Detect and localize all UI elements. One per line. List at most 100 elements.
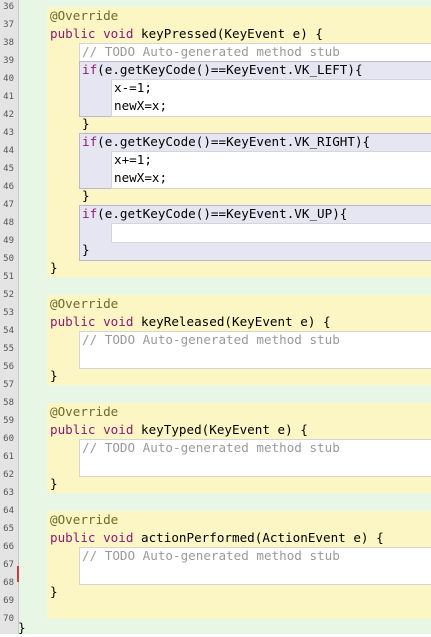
statement-newx: newX=x; [114, 98, 168, 113]
line-number: 67 [3, 560, 14, 570]
closing-brace: } [82, 242, 90, 257]
line-number: 36 [3, 2, 14, 12]
keyword-public: public [50, 530, 96, 545]
code-line-64: @Override [50, 511, 118, 529]
line-number: 63 [3, 488, 14, 498]
code-line-41: newX=x; [114, 97, 167, 115]
closing-brace: } [82, 116, 90, 131]
line-number: 56 [3, 362, 14, 372]
line-number: 52 [3, 290, 14, 300]
statement-x-plus: x+=1; [114, 152, 152, 167]
code-line-54: // TODO Auto-generated method stub [82, 331, 340, 349]
closing-brace: } [50, 368, 58, 383]
code-line-45: newX=x; [114, 169, 167, 187]
line-number: 55 [3, 344, 14, 354]
line-number: 66 [3, 542, 14, 552]
code-line-50: } [50, 259, 58, 277]
line-number: 64 [3, 506, 14, 516]
line-number: 42 [3, 110, 14, 120]
todo-comment: // TODO Auto-generated method stub [82, 440, 340, 455]
if-condition-right: (e.getKeyCode()==KeyEvent.VK_RIGHT){ [97, 134, 371, 149]
keyword-if: if [82, 62, 98, 77]
method-signature-keyTyped: keyTyped(KeyEvent e) { [133, 422, 308, 437]
line-number: 47 [3, 200, 14, 210]
line-number: 61 [3, 452, 14, 462]
code-line-43: if(e.getKeyCode()==KeyEvent.VK_RIGHT){ [82, 133, 370, 151]
override-annotation: @Override [50, 8, 119, 23]
statement-x-minus: x-=1; [114, 80, 152, 95]
keyword-void: void [103, 314, 134, 329]
todo-comment: // TODO Auto-generated method stub [82, 44, 340, 59]
code-line-66: // TODO Auto-generated method stub [82, 547, 340, 565]
code-line-37: public void keyPressed(KeyEvent e) { [50, 25, 323, 43]
keyword-if: if [82, 134, 98, 149]
line-number: 69 [3, 596, 14, 606]
line-number: 68 [3, 578, 14, 588]
override-annotation: @Override [50, 404, 119, 419]
closing-brace: } [50, 476, 58, 491]
method-signature-keyPressed: keyPressed(KeyEvent e) { [133, 26, 323, 41]
keyword-public: public [50, 422, 96, 437]
todo-comment: // TODO Auto-generated method stub [82, 548, 340, 563]
method-signature-actionPerformed: actionPerformed(ActionEvent e) { [133, 530, 384, 545]
keyword-void: void [103, 422, 134, 437]
line-number: 50 [3, 254, 14, 264]
code-line-44: x+=1; [114, 151, 152, 169]
if-body-up [111, 223, 431, 243]
keyword-void: void [103, 26, 134, 41]
override-annotation: @Override [50, 512, 119, 527]
line-number: 57 [3, 380, 14, 390]
code-line-70: } [18, 619, 26, 637]
line-number: 46 [3, 182, 14, 192]
statement-newx: newX=x; [114, 170, 168, 185]
code-line-38: // TODO Auto-generated method stub [82, 43, 340, 61]
code-line-60: // TODO Auto-generated method stub [82, 439, 340, 457]
code-line-59: public void keyTyped(KeyEvent e) { [50, 421, 308, 439]
line-number: 40 [3, 74, 14, 84]
code-line-65: public void actionPerformed(ActionEvent … [50, 529, 384, 547]
code-editor[interactable]: @Override public void keyPressed(KeyEven… [18, 0, 431, 637]
line-number: 62 [3, 470, 14, 480]
keyword-if: if [82, 206, 98, 221]
code-line-42: } [82, 115, 90, 133]
keyword-public: public [50, 26, 96, 41]
code-line-36: @Override [50, 7, 118, 25]
code-line-58: @Override [50, 403, 118, 421]
method-signature-keyReleased: keyReleased(KeyEvent e) { [133, 314, 331, 329]
closing-brace: } [50, 584, 58, 599]
line-number: 37 [3, 20, 14, 30]
keyword-void: void [103, 530, 134, 545]
line-number: 45 [3, 164, 14, 174]
line-number: 41 [3, 92, 14, 102]
line-number: 51 [3, 272, 14, 282]
line-number: 70 [3, 614, 14, 624]
line-number: 53 [3, 308, 14, 318]
code-line-47: if(e.getKeyCode()==KeyEvent.VK_UP){ [82, 205, 347, 223]
code-line-56: } [50, 367, 58, 385]
if-condition-up: (e.getKeyCode()==KeyEvent.VK_UP){ [97, 206, 348, 221]
override-annotation: @Override [50, 296, 119, 311]
code-line-39: if(e.getKeyCode()==KeyEvent.VK_LEFT){ [82, 61, 363, 79]
change-marker [17, 566, 19, 582]
keyword-public: public [50, 314, 96, 329]
closing-brace: } [82, 188, 90, 203]
line-number: 44 [3, 146, 14, 156]
class-closing-brace: } [18, 620, 26, 635]
code-line-40: x-=1; [114, 79, 152, 97]
code-line-68: } [50, 583, 58, 601]
line-number: 60 [3, 434, 14, 444]
closing-brace: } [50, 260, 58, 275]
line-number: 43 [3, 128, 14, 138]
if-condition-left: (e.getKeyCode()==KeyEvent.VK_LEFT){ [97, 62, 363, 77]
line-number: 39 [3, 56, 14, 66]
todo-comment: // TODO Auto-generated method stub [82, 332, 340, 347]
code-line-46: } [82, 187, 90, 205]
line-number: 49 [3, 236, 14, 246]
line-number: 48 [3, 218, 14, 228]
code-line-52: @Override [50, 295, 118, 313]
code-line-49: } [82, 241, 90, 259]
line-number: 54 [3, 326, 14, 336]
line-number: 38 [3, 38, 14, 48]
line-number: 59 [3, 416, 14, 426]
code-line-62: } [50, 475, 58, 493]
